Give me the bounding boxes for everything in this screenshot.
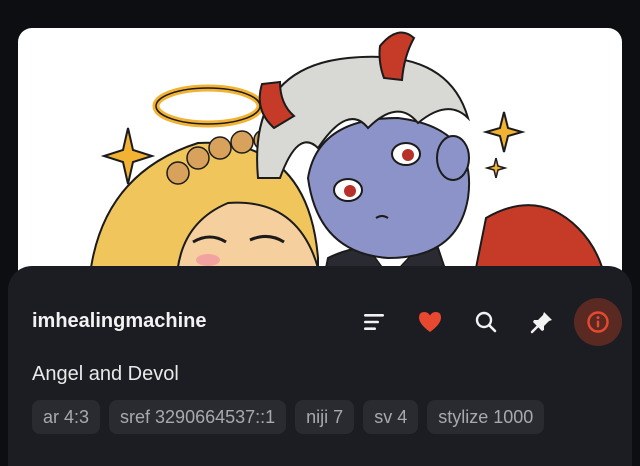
info-button[interactable] [574,298,622,346]
prompt-title: Angel and Devol [32,363,179,385]
tag-niji[interactable]: niji 7 [295,400,355,434]
pin-button[interactable] [518,298,566,346]
action-toolbar [342,298,622,346]
tag-aspect-ratio[interactable]: ar 4:3 [32,400,101,434]
search-icon [475,311,497,333]
parameter-tags: ar 4:3 sref 3290664537::1 niji 7 sv 4 st… [32,400,553,434]
tag-sv[interactable]: sv 4 [363,400,419,434]
post-info-panel: imhealingmachine Angel and Devol ar 4:3 … [8,266,632,466]
search-button[interactable] [462,298,510,346]
heart-icon [419,312,441,332]
username[interactable]: imhealingmachine [32,310,207,333]
tag-sref[interactable]: sref 3290664537::1 [109,400,287,434]
like-button[interactable] [406,298,454,346]
menu-icon [364,314,384,330]
pin-icon [530,312,552,334]
menu-button[interactable] [350,298,398,346]
tag-stylize[interactable]: stylize 1000 [427,400,545,434]
info-icon [587,311,609,333]
